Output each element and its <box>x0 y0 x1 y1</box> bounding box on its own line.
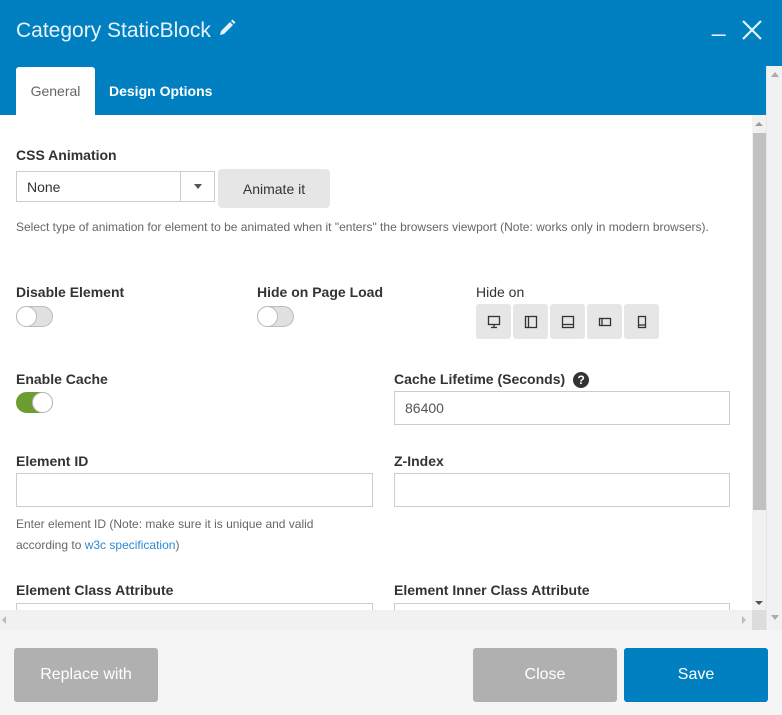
scroll-right-arrow-icon[interactable] <box>742 616 746 624</box>
z-index-input[interactable] <box>394 473 730 507</box>
dialog-footer: Replace with Close Save <box>0 630 782 715</box>
css-animation-select[interactable]: None <box>16 171 215 202</box>
close-icon[interactable] <box>740 18 764 42</box>
dialog-title: Category StaticBlock <box>16 18 237 44</box>
scroll-thumb[interactable] <box>753 133 766 510</box>
minimize-button[interactable]: _ <box>712 10 725 38</box>
z-index-label: Z-Index <box>394 453 444 469</box>
tablet-landscape-icon <box>524 315 537 328</box>
element-class-input[interactable] <box>16 603 373 610</box>
hide-on-mobile-landscape-button[interactable] <box>587 304 622 339</box>
cache-lifetime-input[interactable]: 86400 <box>394 391 730 425</box>
mobile-landscape-icon <box>598 317 611 326</box>
enable-cache-label: Enable Cache <box>16 371 108 387</box>
hide-on-page-load-toggle[interactable] <box>257 306 294 327</box>
select-caret[interactable] <box>180 172 214 201</box>
scroll-up-arrow-icon[interactable] <box>771 72 779 77</box>
mobile-portrait-icon <box>637 315 646 328</box>
element-id-help-suffix: ) <box>175 538 180 552</box>
settings-panel: CSS Animation None Animate it Select typ… <box>0 115 752 610</box>
hide-on-tablet-landscape-button[interactable] <box>513 304 548 339</box>
css-animation-help: Select type of animation for element to … <box>16 220 709 234</box>
scrollbar-corner <box>752 610 766 630</box>
tablet-portrait-icon <box>561 315 574 328</box>
toggle-knob <box>32 392 53 413</box>
enable-cache-toggle[interactable] <box>16 392 53 413</box>
outer-scrollbar[interactable] <box>766 66 782 630</box>
element-id-input[interactable] <box>16 473 373 507</box>
desktop-icon <box>487 315 500 328</box>
w3c-specification-link[interactable]: w3c specification <box>85 538 176 552</box>
element-inner-class-input[interactable] <box>394 603 730 610</box>
css-animation-label: CSS Animation <box>16 147 117 163</box>
help-icon[interactable]: ? <box>573 372 590 389</box>
panel-horizontal-scrollbar[interactable] <box>0 610 752 630</box>
scroll-left-arrow-icon[interactable] <box>2 616 6 624</box>
cache-lifetime-label: Cache Lifetime (Seconds)? <box>394 371 590 389</box>
hide-on-desktop-button[interactable] <box>476 304 511 339</box>
save-button[interactable]: Save <box>624 648 768 702</box>
toggle-knob <box>257 306 278 327</box>
hide-on-mobile-portrait-button[interactable] <box>624 304 659 339</box>
element-id-help: Enter element ID (Note: make sure it is … <box>16 514 356 556</box>
element-inner-class-label: Element Inner Class Attribute <box>394 582 590 598</box>
dialog-title-text: Category StaticBlock <box>16 19 211 42</box>
scroll-down-arrow-icon[interactable] <box>755 601 763 605</box>
hide-on-label: Hide on <box>476 284 525 300</box>
hide-on-tablet-portrait-button[interactable] <box>550 304 585 339</box>
disable-element-toggle[interactable] <box>16 306 53 327</box>
scroll-up-arrow-icon[interactable] <box>755 122 763 126</box>
hide-on-page-load-label: Hide on Page Load <box>257 284 384 300</box>
tab-design-options[interactable]: Design Options <box>95 67 226 115</box>
animate-it-button[interactable]: Animate it <box>218 169 330 208</box>
scroll-down-arrow-icon[interactable] <box>771 615 779 620</box>
tab-general[interactable]: General <box>16 67 95 115</box>
disable-element-label: Disable Element <box>16 284 125 300</box>
hide-on-device-buttons <box>476 304 659 339</box>
cache-lifetime-label-text: Cache Lifetime (Seconds) <box>394 371 566 387</box>
css-animation-value: None <box>27 178 61 195</box>
element-id-label: Element ID <box>16 453 89 469</box>
element-class-label: Element Class Attribute <box>16 582 174 598</box>
tab-bar: General Design Options <box>16 67 226 115</box>
dialog-header: Category StaticBlock _ General Design Op… <box>0 0 782 115</box>
pencil-icon[interactable] <box>217 18 237 44</box>
chevron-down-icon <box>193 184 202 189</box>
toggle-knob <box>16 306 37 327</box>
panel-vertical-scrollbar[interactable] <box>752 115 766 610</box>
close-button[interactable]: Close <box>473 648 617 702</box>
replace-with-button[interactable]: Replace with <box>14 648 158 702</box>
